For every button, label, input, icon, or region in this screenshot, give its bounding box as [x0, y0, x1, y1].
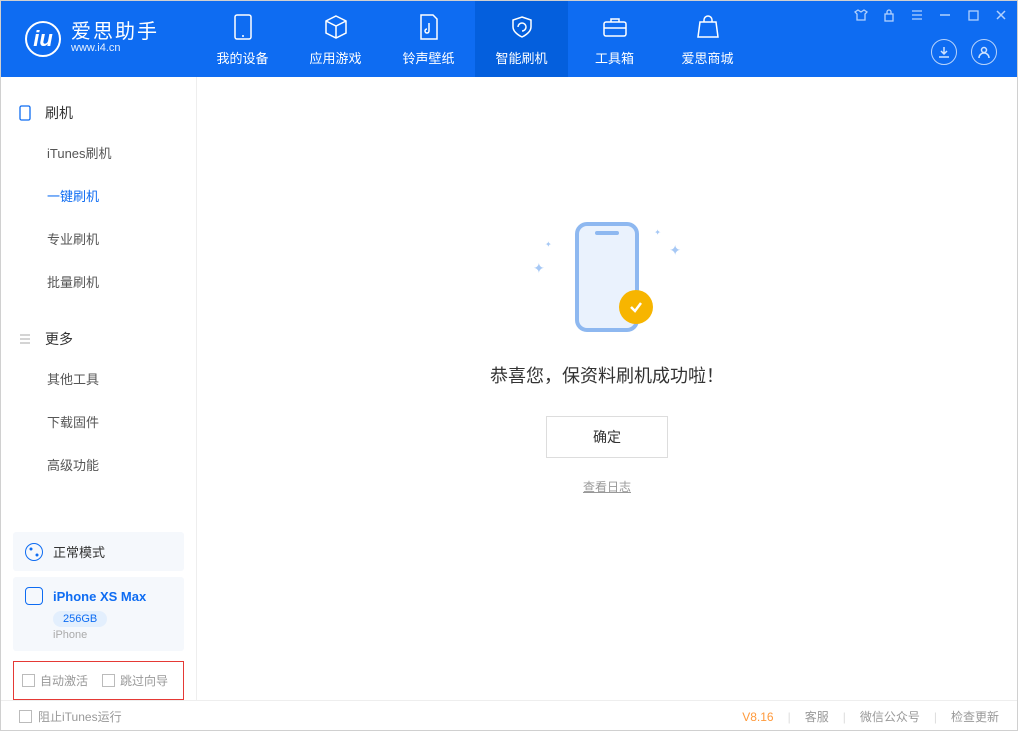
- sidebar-head-more: 更多: [1, 321, 196, 357]
- minimize-button[interactable]: [935, 5, 955, 25]
- mode-icon: [25, 543, 43, 561]
- checkbox-label: 阻止iTunes运行: [38, 708, 122, 725]
- sidebar-item-pro-flash[interactable]: 专业刷机: [1, 217, 196, 260]
- sidebar-section-more: 更多 其他工具 下载固件 高级功能: [1, 303, 196, 486]
- nav-label: 智能刷机: [495, 48, 547, 67]
- app-logo-icon: iu: [25, 21, 61, 57]
- check-badge-icon: [619, 290, 653, 324]
- sidebar-item-download-firmware[interactable]: 下载固件: [1, 400, 196, 443]
- cube-icon: [323, 12, 349, 42]
- nav-label: 爱思商城: [681, 48, 733, 67]
- nav-store[interactable]: 爱思商城: [661, 1, 754, 77]
- shirt-icon[interactable]: [851, 5, 871, 25]
- mode-label: 正常模式: [53, 542, 105, 561]
- nav-toolbox[interactable]: 工具箱: [568, 1, 661, 77]
- block-itunes-checkbox[interactable]: 阻止iTunes运行: [19, 708, 122, 725]
- view-log-link[interactable]: 查看日志: [583, 478, 631, 495]
- footer: 阻止iTunes运行 V8.16 | 客服 | 微信公众号 | 检查更新: [1, 700, 1017, 732]
- device-icon: [234, 12, 252, 42]
- options-row: 自动激活 跳过向导: [13, 661, 184, 700]
- footer-link-wechat[interactable]: 微信公众号: [860, 708, 920, 725]
- close-button[interactable]: [991, 5, 1011, 25]
- version-label: V8.16: [742, 710, 773, 724]
- app-title: 爱思助手: [71, 22, 159, 42]
- sidebar-head-flash: 刷机: [1, 95, 196, 131]
- maximize-button[interactable]: [963, 5, 983, 25]
- separator: |: [934, 710, 937, 724]
- phone-icon: [19, 105, 35, 121]
- nav-smart-flash[interactable]: 智能刷机: [475, 1, 568, 77]
- auto-activate-checkbox[interactable]: 自动激活: [22, 672, 88, 689]
- header: iu 爱思助手 www.i4.cn 我的设备 应用游戏 铃声壁纸 智能刷机 工具…: [1, 1, 1017, 77]
- checkbox-icon: [102, 674, 115, 687]
- checkbox-icon: [22, 674, 35, 687]
- ok-button[interactable]: 确定: [546, 416, 668, 458]
- success-illustration: ✦ ✦ ✦ ✦: [527, 222, 687, 342]
- app-subtitle: www.i4.cn: [71, 42, 159, 55]
- device-icon: [25, 587, 43, 605]
- sidebar-item-itunes-flash[interactable]: iTunes刷机: [1, 131, 196, 174]
- checkbox-label: 自动激活: [40, 672, 88, 689]
- footer-right: V8.16 | 客服 | 微信公众号 | 检查更新: [742, 708, 999, 725]
- sidebar-section-flash: 刷机 iTunes刷机 一键刷机 专业刷机 批量刷机: [1, 77, 196, 303]
- music-file-icon: [418, 12, 440, 42]
- lock-icon[interactable]: [879, 5, 899, 25]
- nav-apps-games[interactable]: 应用游戏: [289, 1, 382, 77]
- logo-area: iu 爱思助手 www.i4.cn: [1, 21, 196, 57]
- mode-card[interactable]: 正常模式: [13, 532, 184, 571]
- section-title: 刷机: [45, 103, 73, 123]
- footer-link-support[interactable]: 客服: [805, 708, 829, 725]
- nav-label: 工具箱: [595, 48, 634, 67]
- success-message: 恭喜您，保资料刷机成功啦！: [490, 362, 724, 388]
- device-name: iPhone XS Max: [53, 589, 146, 604]
- refresh-shield-icon: [509, 12, 535, 42]
- sidebar: 刷机 iTunes刷机 一键刷机 专业刷机 批量刷机 更多 其他工具 下载固件 …: [1, 77, 197, 700]
- skip-guide-checkbox[interactable]: 跳过向导: [102, 672, 168, 689]
- sidebar-item-other-tools[interactable]: 其他工具: [1, 357, 196, 400]
- list-icon: [19, 333, 35, 345]
- body-area: 刷机 iTunes刷机 一键刷机 专业刷机 批量刷机 更多 其他工具 下载固件 …: [1, 77, 1017, 700]
- footer-link-update[interactable]: 检查更新: [951, 708, 999, 725]
- separator: |: [788, 710, 791, 724]
- menu-icon[interactable]: [907, 5, 927, 25]
- nav-ringtones-wallpapers[interactable]: 铃声壁纸: [382, 1, 475, 77]
- device-card[interactable]: iPhone XS Max 256GB iPhone: [13, 577, 184, 651]
- device-type: iPhone: [53, 629, 172, 641]
- top-nav: 我的设备 应用游戏 铃声壁纸 智能刷机 工具箱 爱思商城: [196, 1, 754, 77]
- checkbox-icon: [19, 710, 32, 723]
- separator: |: [843, 710, 846, 724]
- sidebar-bottom: 正常模式 iPhone XS Max 256GB iPhone 自动激活 跳过向…: [1, 526, 196, 700]
- window-controls: [851, 5, 1011, 25]
- logo-text: 爱思助手 www.i4.cn: [71, 22, 159, 55]
- device-capacity: 256GB: [53, 611, 107, 627]
- sidebar-item-batch-flash[interactable]: 批量刷机: [1, 260, 196, 303]
- header-right-icons: [931, 39, 997, 65]
- sidebar-item-oneclick-flash[interactable]: 一键刷机: [1, 174, 196, 217]
- download-icon[interactable]: [931, 39, 957, 65]
- section-title: 更多: [45, 329, 73, 349]
- nav-label: 铃声壁纸: [402, 48, 454, 67]
- nav-label: 我的设备: [216, 48, 268, 67]
- nav-my-device[interactable]: 我的设备: [196, 1, 289, 77]
- nav-label: 应用游戏: [309, 48, 361, 67]
- checkbox-label: 跳过向导: [120, 672, 168, 689]
- toolbox-icon: [602, 12, 628, 42]
- bag-icon: [697, 12, 719, 42]
- main-content: ✦ ✦ ✦ ✦ 恭喜您，保资料刷机成功啦！ 确定 查看日志: [197, 77, 1017, 700]
- user-icon[interactable]: [971, 39, 997, 65]
- sidebar-item-advanced[interactable]: 高级功能: [1, 443, 196, 486]
